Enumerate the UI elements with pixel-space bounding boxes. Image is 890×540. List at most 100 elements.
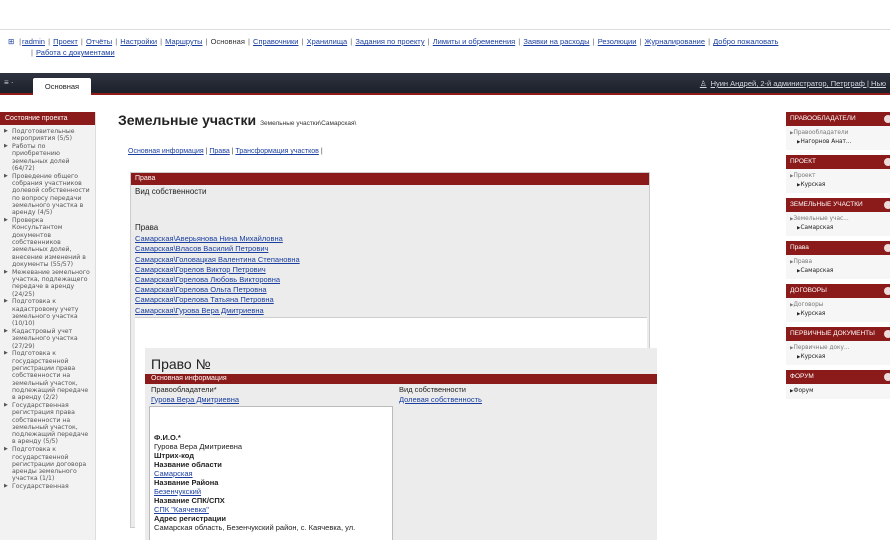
right-link[interactable]: Самарская\Власов Василий Петрович [135,244,300,254]
detail-panel: Право № Основная информация Правообладат… [145,348,657,540]
status-item[interactable]: Подготовка к государственной регистрации… [4,446,93,482]
land-plots-block: ЗЕМЕЛЬНЫЕ УЧАСТКИ Земельные учас...Самар… [786,198,890,236]
district-label: Название Района [154,478,219,487]
menu-item-welcome[interactable]: Добро пожаловать [713,37,778,46]
menu-item-routes[interactable]: Маршруты [165,37,202,46]
block-item[interactable]: Курская [790,310,887,319]
menu-item-directories[interactable]: Справочники [253,37,298,46]
status-item[interactable]: Работы по приобретению земельных долей (… [4,143,93,172]
fio-label: Ф.И.О.* [154,433,181,442]
right-link[interactable]: Самарская\Головацкая Валентина Степановн… [135,255,300,265]
block-subitem[interactable]: Проект [790,172,887,181]
district-value[interactable]: Безенчукский [154,487,201,496]
link-transform[interactable]: Трансформация участков [235,148,318,155]
block-header[interactable]: ДОГОВОРЫ [786,284,890,298]
type-label: Вид собственности [399,385,466,394]
status-item[interactable]: Проведение общего собрания участников до… [4,173,93,217]
block-subitem[interactable]: Первичные доку... [790,344,887,353]
block-header[interactable]: ПЕРВИЧНЫЕ ДОКУМЕНТЫ [786,327,890,341]
right-link[interactable]: Самарская\Горелова Ольга Петровна [135,285,300,295]
navbar: ≡ · Основная ♙ Нуин Андрей, 2-й администр… [0,73,890,95]
block-subitem[interactable]: Земельные учас... [790,215,887,224]
block-subitem[interactable]: Права [790,258,887,267]
menu-item-reports[interactable]: Отчёты [86,37,112,46]
holder-field: Правообладатели* Гурова Вера Дмитриевна [151,385,239,404]
contracts-block: ДОГОВОРЫ ДоговорыКурская [786,284,890,322]
block-subitem[interactable]: Договоры [790,301,887,310]
address-label: Адрес регистрации [154,514,227,523]
user-name[interactable]: Нуин Андрей, 2-й администратор, Петрграф… [711,79,886,88]
right-link[interactable]: Самарская\Горелова Любовь Викторовна [135,275,300,285]
status-item[interactable]: Подготовительные мероприятия (5/5) [4,128,93,143]
block-header[interactable]: ЗЕМЕЛЬНЫЕ УЧАСТКИ [786,198,890,212]
menu-item-tasks[interactable]: Задания по проекту [355,37,424,46]
menu-item-project[interactable]: Проект [53,37,78,46]
region-value[interactable]: Самарская [154,469,193,478]
menu-row-2: | Работа с документами [31,48,115,57]
menu-item-resolutions[interactable]: Резолюции [598,37,637,46]
detail-frame: Право № Основная информация Правообладат… [135,317,657,540]
rights-holders-block: ПРАВООБЛАДАТЕЛИ ПравообладателиНагорнов … [786,112,890,150]
block-item[interactable]: Курская [790,353,887,362]
status-item[interactable]: Проверка Консультантом документов собств… [4,217,93,268]
detail-title: Право № [151,356,211,372]
status-item[interactable]: Кадастровый учет земельного участка (27/… [4,328,93,350]
primary-docs-block: ПЕРВИЧНЫЕ ДОКУМЕНТЫ Первичные доку...Кур… [786,327,890,365]
rights-block: Права ПраваСамарская [786,241,890,279]
project-status-sidebar: Состояние проекта Подготовительные мероп… [0,112,96,540]
region-label: Название области [154,460,222,469]
fio-value: Гурова Вера Дмитриевна [154,442,243,451]
holder-value[interactable]: Гурова Вера Дмитриевна [151,395,239,405]
menu-item-main[interactable]: Основная [211,37,245,46]
status-item[interactable]: Межевание земельного участка, подлежащег… [4,269,93,298]
spk-value[interactable]: СПК "Каячевка" [154,505,209,514]
status-item[interactable]: Подготовка к государственной регистрации… [4,350,93,401]
block-item[interactable]: Самарская [790,267,887,276]
menu-item-documents[interactable]: Работа с документами [36,48,115,57]
ownership-type-label: Вид собственности [135,187,207,196]
main-menu: ⊞ |radmin | Проект | Отчёты | Настройки … [0,36,890,66]
project-block: ПРОЕКТ ПроектКурская [786,155,890,193]
link-main-info[interactable]: Основная информация [128,148,204,155]
status-item[interactable]: Подготовка к кадастровому учету земельно… [4,298,93,327]
block-header[interactable]: Права [786,241,890,255]
menu-item-logging[interactable]: Журналирование [645,37,705,46]
right-sidebar: ПРАВООБЛАДАТЕЛИ ПравообладателиНагорнов … [786,112,890,540]
block-subitem[interactable]: Правообладатели [790,129,887,138]
link-rights[interactable]: Права [209,148,229,155]
right-link[interactable]: Самарская\Гурова Вера Дмитриевна [135,306,300,316]
user-link[interactable]: ♙ Нуин Андрей, 2-й администратор, Петргра… [700,79,886,88]
detail-section-bar: Основная информация [145,374,657,384]
menu-icon[interactable]: ≡ · [4,78,14,87]
tab-main[interactable]: Основная [33,78,91,95]
forum-link[interactable]: Форум [790,387,887,396]
right-link[interactable]: Самарская\Горелов Виктор Петрович [135,265,300,275]
right-link[interactable]: Самарская\Аверьянова Нина Михайловна [135,234,300,244]
section-links: Основная информация | Права | Трансформа… [128,148,323,155]
menu-item-limits[interactable]: Лимиты и обременения [433,37,515,46]
status-item[interactable]: Государственная регистрация права собств… [4,402,93,446]
block-header[interactable]: ПРОЕКТ [786,155,890,169]
top-whitespace [0,0,890,30]
status-list: Подготовительные мероприятия (5/5) Работ… [0,125,95,491]
type-value[interactable]: Долевая собственность [399,395,482,405]
status-item[interactable]: Государственная [4,483,93,491]
main-content: Земельные участки Земельные участки\Самар… [118,112,778,540]
rights-list: Права Самарская\Аверьянова Нина Михайлов… [135,223,300,316]
block-item[interactable]: Самарская [790,224,887,233]
rights-section-header: Права [131,173,649,185]
block-header[interactable]: ФОРУМ [786,370,890,384]
page-breadcrumb: Земельные участки\Самарская\ [260,120,357,127]
menu-row-1: ⊞ |radmin | Проект | Отчёты | Настройки … [8,36,779,47]
right-link[interactable]: Самарская\Горелова Татьяна Петровна [135,295,300,305]
menu-item-settings[interactable]: Настройки [120,37,157,46]
block-header[interactable]: ПРАВООБЛАДАТЕЛИ [786,112,890,126]
menu-item-radmin[interactable]: radmin [22,37,45,46]
type-field: Вид собственности Долевая собственность [399,385,482,404]
grid-icon[interactable]: ⊞ [8,36,16,47]
menu-item-storage[interactable]: Хранилища [307,37,348,46]
block-item[interactable]: Курская [790,181,887,190]
menu-item-expenses[interactable]: Заявки на расходы [523,37,589,46]
block-item[interactable]: Нагорнов Анат... [790,138,887,147]
page-title: Земельные участки Земельные участки\Самар… [118,112,778,128]
